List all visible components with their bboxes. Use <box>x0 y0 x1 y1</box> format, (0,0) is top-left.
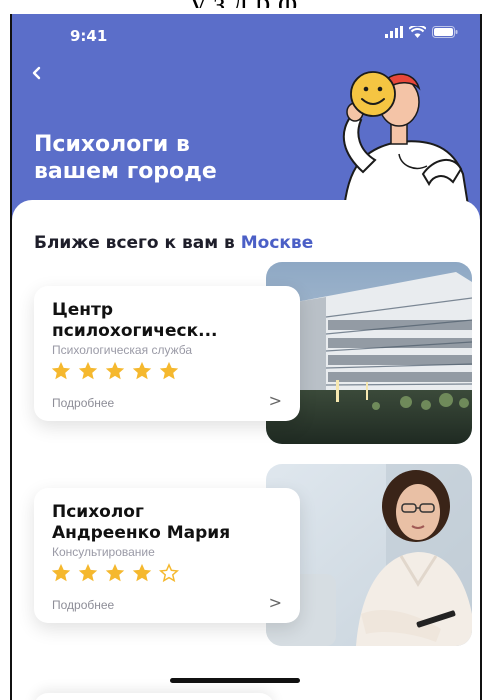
chevron-right-icon[interactable]: > <box>269 593 282 612</box>
card-title-line1: Центр <box>52 300 114 320</box>
card-subtitle: Психологическая служба <box>52 343 193 357</box>
card-title-line2: псилохогическ... <box>52 321 218 341</box>
wifi-icon <box>409 26 426 38</box>
details-link[interactable]: Подробнее <box>52 598 114 612</box>
star-filled-icon <box>132 563 152 582</box>
nearest-heading: Ближе всего к вам в Москве <box>34 233 313 253</box>
star-rating <box>50 360 180 382</box>
star-filled-icon <box>159 361 179 380</box>
details-link[interactable]: Подробнее <box>52 396 114 410</box>
psychologist-card[interactable]: Психолог Андреенко Мария Консультировани… <box>34 488 300 623</box>
card-title-line2: Андреенко Мария <box>52 523 231 543</box>
chevron-right-icon[interactable]: > <box>269 391 282 410</box>
content-panel: Ближе всего к вам в Москве Центр псилохо… <box>12 200 480 700</box>
star-filled-icon <box>78 563 98 582</box>
status-bar: 9:41 <box>12 14 480 54</box>
star-filled-icon <box>105 361 125 380</box>
star-filled-icon <box>78 361 98 380</box>
city-link[interactable]: Москве <box>241 233 314 253</box>
star-rating <box>50 562 180 584</box>
page-title-line1: Психологи в <box>34 132 190 157</box>
status-icons <box>385 26 458 38</box>
next-card-peek <box>34 693 274 700</box>
home-indicator[interactable] <box>170 678 300 683</box>
star-filled-icon <box>105 563 125 582</box>
battery-icon <box>432 26 458 38</box>
back-button[interactable] <box>30 59 60 89</box>
star-outline-icon <box>158 563 180 583</box>
card-title-line1: Психолог <box>52 502 144 522</box>
status-time: 9:41 <box>70 27 108 45</box>
card-title: Центр псилохогическ... <box>52 300 292 342</box>
overflow-text: у з д р ф <box>0 0 488 8</box>
phone-screen: 9:41 Психологи в вашем городе Ближе всег… <box>10 14 482 700</box>
nearest-prefix: Ближе всего к вам в <box>34 233 241 253</box>
header: 9:41 Психологи в вашем городе <box>12 14 480 224</box>
chevron-left-icon <box>32 66 41 80</box>
star-filled-icon <box>132 361 152 380</box>
star-filled-icon <box>51 563 71 582</box>
signal-icon <box>385 26 403 38</box>
star-filled-icon <box>51 361 71 380</box>
psychologist-card[interactable]: Центр псилохогическ... Психологическая с… <box>34 286 300 421</box>
card-title: Психолог Андреенко Мария <box>52 502 292 544</box>
person-with-mask-illustration <box>341 71 473 224</box>
page-title-line2: вашем городе <box>34 159 217 184</box>
page-title: Психологи в вашем городе <box>34 131 284 185</box>
card-subtitle: Консультирование <box>52 545 155 559</box>
